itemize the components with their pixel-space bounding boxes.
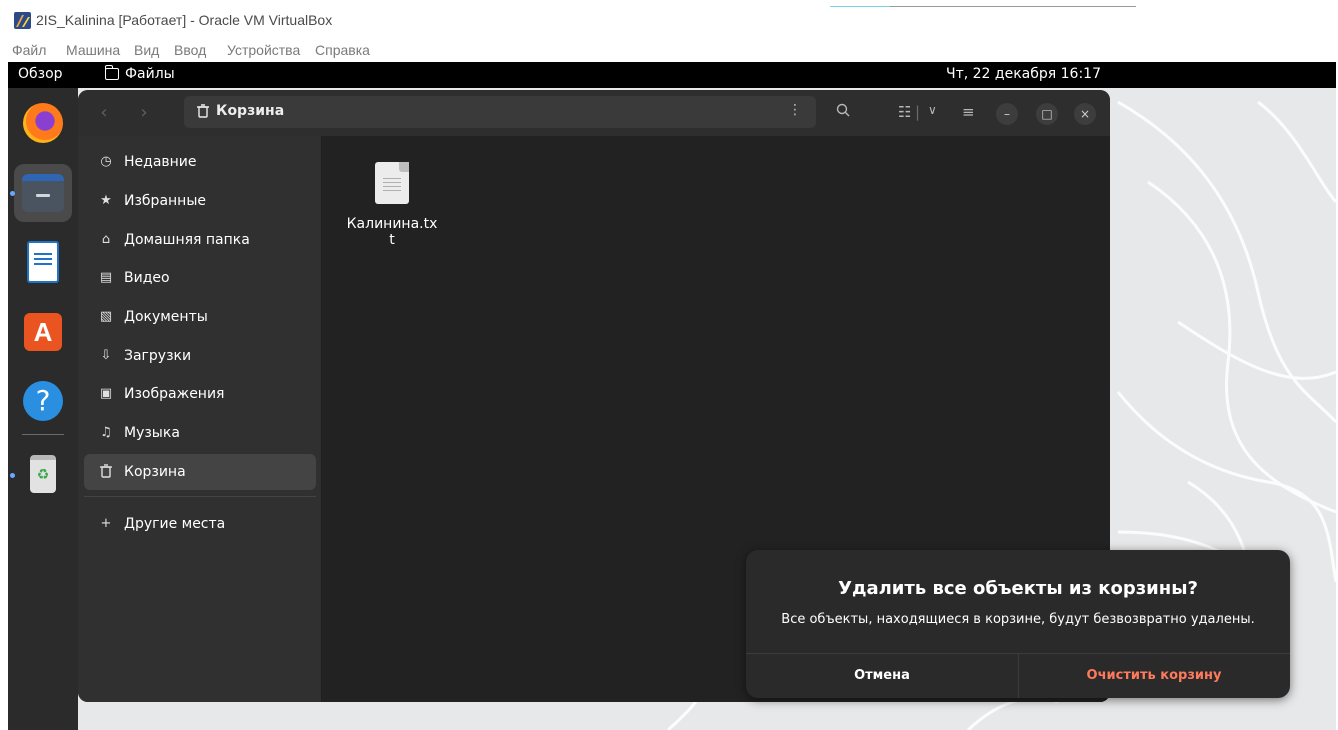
firefox-icon xyxy=(23,103,63,143)
dock: A ? ♻ xyxy=(8,88,78,730)
files-icon xyxy=(22,174,64,212)
sidebar-item-recent[interactable]: ◷ Недавние xyxy=(84,144,316,180)
trash-icon xyxy=(98,464,114,480)
headerbar: ‹ › Корзина ⋮ ☷ | ∨ ≡ – □ × xyxy=(78,90,1110,136)
document-icon: ▧ xyxy=(99,309,113,324)
sidebar-item-label: Домашняя папка xyxy=(124,232,250,248)
music-icon: ♫ xyxy=(100,425,112,440)
sidebar-item-trash[interactable]: Корзина xyxy=(84,454,316,490)
image-icon: ▣ xyxy=(99,386,113,401)
sidebar-item-other-locations[interactable]: + Другие места xyxy=(84,506,316,542)
search-icon[interactable] xyxy=(836,103,850,121)
film-icon: ▤ xyxy=(99,270,113,285)
download-icon: ⇩ xyxy=(100,348,112,363)
sidebar-item-starred[interactable]: ★ Избранные xyxy=(84,183,316,219)
screen: 2IS_Kalinina [Работает] - Oracle VM Virt… xyxy=(0,0,1338,730)
dialog-message: Все объекты, находящиеся в корзине, буду… xyxy=(781,612,1255,627)
clock-icon: ◷ xyxy=(100,154,112,169)
hamburger-menu-icon[interactable]: ≡ xyxy=(962,103,975,121)
sidebar-item-videos[interactable]: ▤ Видео xyxy=(84,260,316,296)
view-separator: | xyxy=(915,103,921,121)
sidebar-item-documents[interactable]: ▧ Документы xyxy=(84,299,316,335)
close-button[interactable]: × xyxy=(1074,103,1096,125)
empty-trash-dialog: Удалить все объекты из корзины? Все объе… xyxy=(746,550,1290,698)
trash-icon xyxy=(197,104,209,118)
sidebar-item-home[interactable]: ⌂ Домашняя папка xyxy=(84,222,316,258)
forward-button[interactable]: › xyxy=(134,103,154,123)
app-center-icon: A xyxy=(24,313,62,351)
path-title: Корзина xyxy=(216,103,285,119)
path-menu-icon[interactable]: ⋮ xyxy=(788,102,802,118)
host-menu-machine[interactable]: Машина xyxy=(66,42,120,58)
writer-icon xyxy=(27,241,59,283)
sidebar-item-pictures[interactable]: ▣ Изображения xyxy=(84,376,316,412)
empty-trash-button[interactable]: Очистить корзину xyxy=(1018,654,1290,698)
star-icon: ★ xyxy=(100,193,112,208)
dialog-title: Удалить все объекты из корзины? xyxy=(838,578,1198,599)
app-menu-label: Файлы xyxy=(125,66,175,82)
clock[interactable]: Чт, 22 декабря 16:17 xyxy=(946,66,1101,82)
plus-icon: + xyxy=(100,516,112,531)
host-menubar: Файл Машина Вид Ввод Устройства Справка xyxy=(0,40,1338,62)
maximize-button[interactable]: □ xyxy=(1036,103,1058,125)
sidebar-item-label: Музыка xyxy=(124,425,180,441)
back-button[interactable]: ‹ xyxy=(94,103,114,123)
list-view-icon[interactable]: ☷ xyxy=(898,103,911,121)
view-options-chevron-icon[interactable]: ∨ xyxy=(928,103,937,117)
folder-icon xyxy=(104,65,119,80)
activities-button[interactable]: Обзор xyxy=(18,66,63,82)
host-menu-file[interactable]: Файл xyxy=(12,42,46,58)
text-file-icon xyxy=(375,162,409,204)
dock-running-indicator xyxy=(10,191,15,196)
dock-trash[interactable]: ♻ xyxy=(14,446,72,504)
dock-files[interactable] xyxy=(14,164,72,222)
dock-help[interactable]: ? xyxy=(14,372,72,430)
host-menu-input[interactable]: Ввод xyxy=(174,42,206,58)
dock-firefox[interactable] xyxy=(14,94,72,152)
host-menu-devices[interactable]: Устройства xyxy=(227,42,300,58)
app-menu[interactable]: Файлы xyxy=(104,65,175,82)
sidebar-item-music[interactable]: ♫ Музыка xyxy=(84,415,316,451)
sidebar-item-label: Документы xyxy=(124,309,208,325)
file-name: Калинина.txt xyxy=(346,216,438,248)
host-window-title: 2IS_Kalinina [Работает] - Oracle VM Virt… xyxy=(36,12,333,28)
sidebar-item-label: Загрузки xyxy=(124,348,192,364)
sidebar-item-label: Недавние xyxy=(124,154,197,170)
dock-app-center[interactable]: A xyxy=(14,304,72,362)
sidebar: ◷ Недавние ★ Избранные ⌂ Домашняя папка … xyxy=(78,136,322,702)
sidebar-item-label: Избранные xyxy=(124,193,206,209)
virtualbox-icon xyxy=(14,12,31,29)
sidebar-item-label: Видео xyxy=(124,270,170,286)
host-titlebar: 2IS_Kalinina [Работает] - Oracle VM Virt… xyxy=(0,0,1338,40)
path-current: Корзина xyxy=(196,103,284,119)
trash-icon: ♻ xyxy=(30,455,56,493)
dock-separator xyxy=(22,434,64,435)
host-overlay-line xyxy=(830,6,1136,7)
top-bar: Обзор Файлы Чт, 22 декабря 16:17 xyxy=(8,62,1336,88)
host-menu-help[interactable]: Справка xyxy=(315,42,370,58)
cancel-button[interactable]: Отмена xyxy=(746,654,1018,698)
path-bar[interactable]: Корзина ⋮ xyxy=(184,96,816,128)
host-menu-view[interactable]: Вид xyxy=(134,42,159,58)
sidebar-item-label: Корзина xyxy=(124,464,186,480)
minimize-button[interactable]: – xyxy=(996,103,1018,125)
home-icon: ⌂ xyxy=(101,232,111,247)
dock-writer[interactable] xyxy=(14,234,72,292)
sidebar-item-label: Другие места xyxy=(124,516,226,532)
guest-desktop: Обзор Файлы Чт, 22 декабря 16:17 A ? ♻ ‹… xyxy=(8,62,1336,730)
sidebar-item-label: Изображения xyxy=(124,386,225,402)
sidebar-separator xyxy=(84,496,316,497)
sidebar-item-downloads[interactable]: ⇩ Загрузки xyxy=(84,338,316,374)
help-icon: ? xyxy=(23,381,63,421)
dock-running-indicator xyxy=(10,473,15,478)
